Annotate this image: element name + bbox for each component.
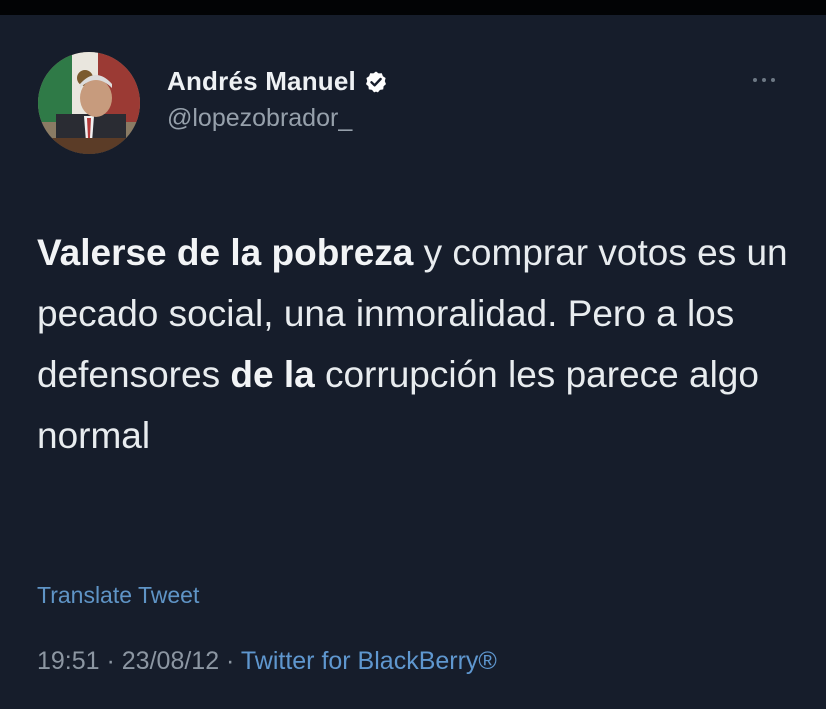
avatar-photo: [38, 52, 140, 154]
tweet-date[interactable]: 23/08/12: [122, 647, 219, 675]
tweet-text: Valerse de la pobreza y comprar votos es…: [37, 222, 797, 466]
dot: [771, 78, 775, 82]
verified-badge-icon: [365, 71, 386, 92]
more-options-icon[interactable]: [753, 72, 787, 88]
tweet-source-link[interactable]: Twitter for BlackBerry®: [241, 647, 497, 675]
dot: [762, 78, 766, 82]
dot: [753, 78, 757, 82]
avatar[interactable]: [38, 52, 140, 154]
tweet-text-bold-2: de la: [230, 354, 315, 395]
top-black-band: [0, 0, 826, 15]
tweet-time[interactable]: 19:51: [37, 647, 100, 675]
translate-tweet-link[interactable]: Translate Tweet: [37, 582, 199, 609]
meta-separator: ·: [219, 647, 241, 675]
author-handle[interactable]: @lopezobrador_: [167, 104, 352, 133]
author-name-row: Andrés Manuel: [167, 66, 388, 97]
tweet-text-bold-1: Valerse de la pobreza: [37, 232, 414, 273]
author-display-name[interactable]: Andrés Manuel: [167, 66, 356, 97]
meta-separator: ·: [99, 647, 122, 675]
tweet-meta: 19:51 · 23/08/12 · Twitter for BlackBerr…: [37, 647, 497, 676]
